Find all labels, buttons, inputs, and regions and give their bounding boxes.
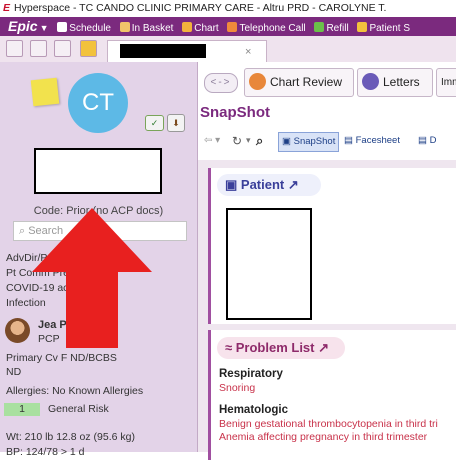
pcp-photo [5,318,30,343]
patient-card-icon: ▣ [225,177,241,192]
weight-line[interactable]: Wt: 210 lb 12.8 oz (95.6 kg) [6,431,196,443]
immunizations-tab[interactable]: Imm [436,68,456,97]
chart-menu-item[interactable]: Chart [182,19,219,36]
patient-workspace-tab[interactable]: × [107,40,267,63]
covid-status-line[interactable]: COVID-19 accinated [6,282,196,294]
primary-coverage-line-2: ND [6,366,22,378]
sticky-note-icon[interactable] [30,77,60,107]
code-status[interactable]: Code: Prior (no ACP docs) [0,205,197,217]
risk-count-badge: 1 [4,403,40,416]
schedule-menu-item[interactable]: Schedule [57,19,111,36]
window-title-bar: E Hyperspace - TC CANDO CLINIC PRIMARY CA… [0,0,456,17]
report-icon: ▤ [418,135,430,146]
snapshot-report-button[interactable]: ▣ SnapShot [278,132,340,152]
schedule-tab-icon[interactable] [30,40,47,57]
inbasket-icon [119,22,130,32]
infection-line[interactable]: Infection [6,297,196,309]
window-title: Hyperspace - TC CANDO CLINIC PRIMARY CAR… [14,2,387,14]
chart-review-icon [249,73,266,90]
calendar-icon [57,22,68,32]
mychart-status-icon[interactable]: ✓ [145,115,164,131]
risk-label: General Risk [48,403,109,415]
epic-menu-bar: Epic ▼ Schedule In Basket Chart Telephone… [0,17,456,36]
link-icon: ↗ [284,177,299,192]
blood-pressure-line[interactable]: BP: 124/78 > 1 d [6,446,196,458]
calendar-tab-icon[interactable] [6,40,23,57]
activity-title: SnapShot [198,102,456,126]
letters-icon [362,73,379,90]
facesheet-icon: ▤ [344,135,356,146]
epic-logo-icon: E [3,2,11,14]
redacted-patient-name [34,148,162,194]
epic-menu-button[interactable]: Epic [8,17,38,36]
more-report-button[interactable]: ▤ D [418,135,437,146]
problem-list-section: ≈ Problem List ↗ Respiratory Snoring Hem… [208,330,456,460]
patient-section: ▣ Patient ↗ [208,168,456,324]
patient-storyboard: CT ✓ ⬇ Code: Prior (no ACP docs) ⌕ Searc… [0,62,198,458]
problem-item[interactable]: Benign gestational thrombocytopenia in t… [219,418,438,430]
problem-item[interactable]: Snoring [219,382,255,394]
chevron-down-icon[interactable]: ▼ [40,23,49,33]
phone-icon [227,22,238,32]
problem-item[interactable]: Anemia affecting pregnancy in third trim… [219,431,427,443]
workspace-tab-bar: × [0,36,456,63]
snapshot-toolbar: ⇦ ▾ ↻ ▾ ⌕ ▣ SnapShot ▤ Facesheet ▤ D [198,126,456,161]
patient-communication-line[interactable]: Pt Comm Pre Chart [6,267,196,279]
letters-tab[interactable]: Letters [357,68,433,97]
storyboard-search-input[interactable]: ⌕ Search [13,221,187,241]
patient-station-icon [357,22,368,32]
problem-category: Respiratory [219,368,283,380]
facesheet-report-button[interactable]: ▤ Facesheet [344,135,400,146]
close-icon[interactable]: × [245,46,251,58]
patient-avatar[interactable]: CT [68,73,128,133]
patient-station-menu-item[interactable]: Patient S [357,19,410,36]
refill-icon [314,22,325,32]
telephone-call-menu-item[interactable]: Telephone Call [227,19,306,36]
allergies-line[interactable]: Allergies: No Known Allergies [6,385,196,397]
inbasket-tab-icon[interactable] [54,40,71,57]
inbasket-menu-item[interactable]: In Basket [119,19,173,36]
binoculars-icon[interactable]: ⌕ [256,133,263,149]
redacted-patient-name-tab [120,44,206,58]
chart-tab-icon[interactable] [80,40,97,57]
chart-icon [182,22,193,32]
back-forward-arrows[interactable]: <-> [204,73,238,93]
problem-category: Hematologic [219,404,289,416]
patient-section-header[interactable]: ▣ Patient ↗ [217,174,321,196]
link-icon: ↗ [314,340,330,355]
redacted-patient-details [226,208,312,320]
activity-tab-bar: <-> Chart Review Letters Imm [198,62,456,102]
chevron-down-icon[interactable]: ▾ [246,135,251,146]
primary-coverage-line[interactable]: Primary Cv F ND/BCBS [6,352,196,364]
problem-list-icon: ≈ [225,340,236,355]
advance-directive-line[interactable]: AdvDir/POA: None [6,252,196,264]
refresh-icon[interactable]: ↻ [232,134,242,148]
search-icon: ⌕ [19,225,29,237]
problem-list-header[interactable]: ≈ Problem List ↗ [217,337,345,359]
chart-review-tab[interactable]: Chart Review [244,68,354,97]
snapshot-report-pane: ▣ Patient ↗ ≈ Problem List ↗ Respiratory… [198,160,456,460]
back-icon[interactable]: ⇦ ▾ [204,135,220,146]
snapshot-report-icon: ▣ [282,136,294,147]
advance-directive-icon[interactable]: ⬇ [167,114,185,132]
general-risk-line[interactable]: 1 General Risk [4,403,194,416]
refill-menu-item[interactable]: Refill [314,19,349,36]
